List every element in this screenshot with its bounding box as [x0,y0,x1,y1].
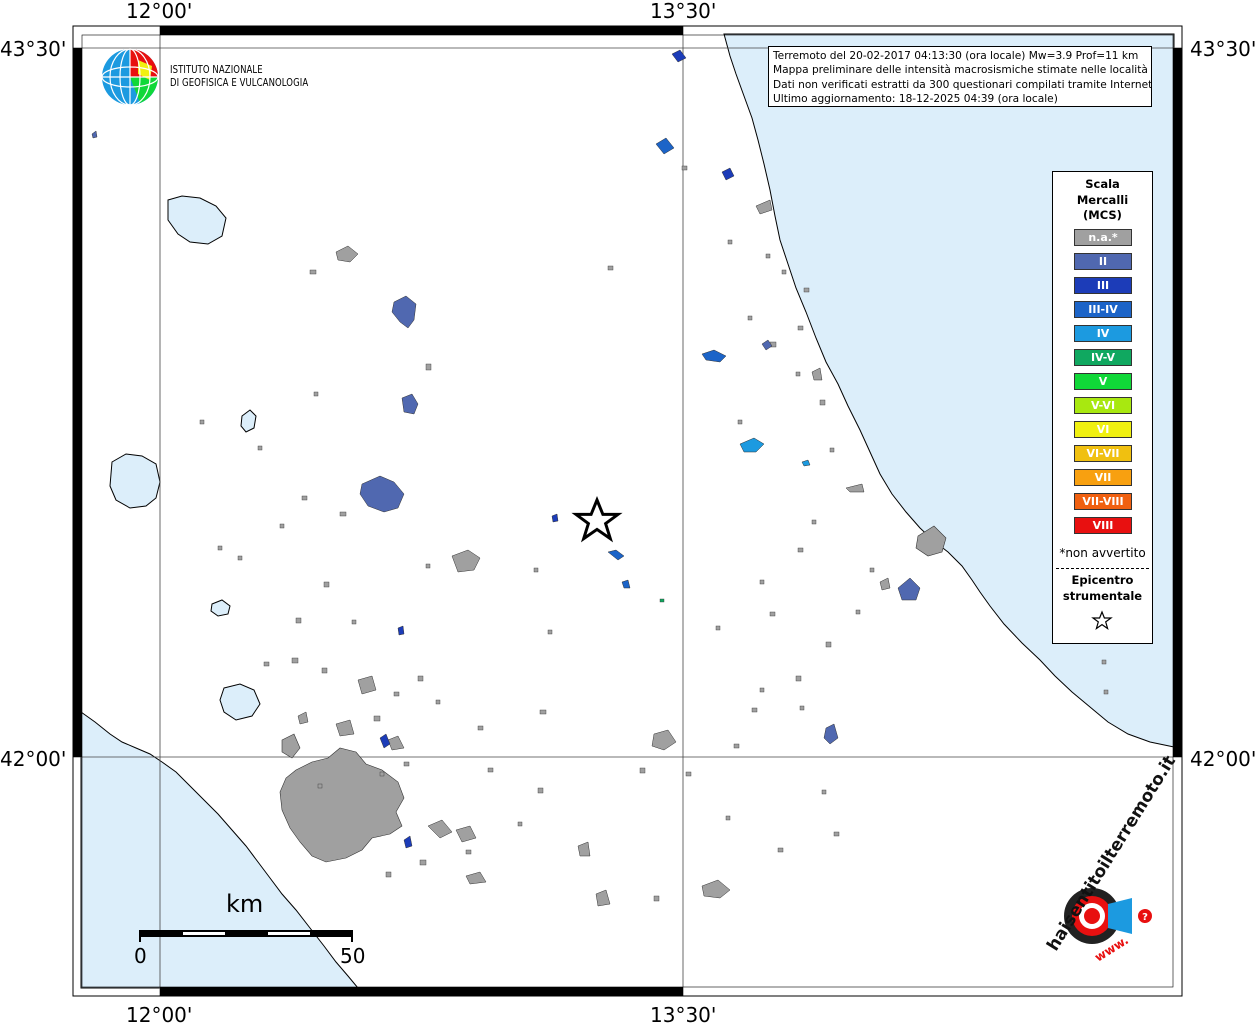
scale-unit-label: km [226,890,264,918]
legend-separator [1056,568,1149,569]
event-info-line-4: Ultimo aggiornamento: 18-12-2025 04:39 (… [773,92,1058,105]
legend-note: *non avvertito [1059,546,1146,560]
mcs-legend: Scala Mercalli (MCS) n.a.* II III III-IV IV I… [1052,171,1153,644]
event-info-line-3: Dati non verificati estratti da 300 ques… [773,78,1152,91]
event-info-box: Terremoto del 20-02-2017 04:13:30 (ora l… [768,46,1152,107]
legend-item-6: V [1074,373,1132,390]
legend-item-2: III [1074,277,1132,294]
legend-item-5: IV-V [1074,349,1132,366]
legend-item-4: IV [1074,325,1132,342]
legend-item-9: VI-VII [1074,445,1132,462]
legend-item-0: n.a.* [1074,229,1132,246]
legend-title-line-3: (MCS) [1083,208,1122,222]
ingv-logo-text: ISTITUTO NAZIONALE DI GEOFISICA E VULCAN… [170,63,308,89]
legend-star-icon [1091,610,1113,630]
legend-item-12: VIII [1074,517,1132,534]
legend-item-1: II [1074,253,1132,270]
svg-text:?: ? [1142,912,1148,923]
legend-title: Scala Mercalli (MCS) [1053,177,1152,224]
event-info-line-2: Mappa preliminare delle intensità macros… [773,64,1148,77]
ingv-name-line-1: ISTITUTO NAZIONALE [170,63,263,76]
legend-item-7: V-VI [1074,397,1132,414]
lake-bolsena [109,453,161,509]
legend-item-8: VI [1074,421,1132,438]
event-info-line-1: Terremoto del 20-02-2017 04:13:30 (ora l… [773,50,1139,62]
legend-epicenter-line-2: strumentale [1062,589,1143,603]
scale-min-label: 0 [134,944,147,968]
legend-title-line-2: Mercalli [1076,192,1129,207]
towns-intensity-iv-v [659,598,665,603]
ingv-name-line-2: DI GEOFISICA E VULCANOLOGIA [170,76,309,89]
legend-item-3: III-IV [1074,301,1132,318]
legend-item-10: VII [1074,469,1132,486]
scale-max-label: 50 [340,944,366,968]
legend-epicenter-line-1: Epicentro [1071,573,1134,587]
ingv-logo-icon [101,48,159,106]
legend-title-line-1: Scala [1085,177,1120,191]
legend-item-11: VII-VIII [1074,493,1132,510]
legend-epicenter-label: Epicentro strumentale [1053,572,1152,604]
